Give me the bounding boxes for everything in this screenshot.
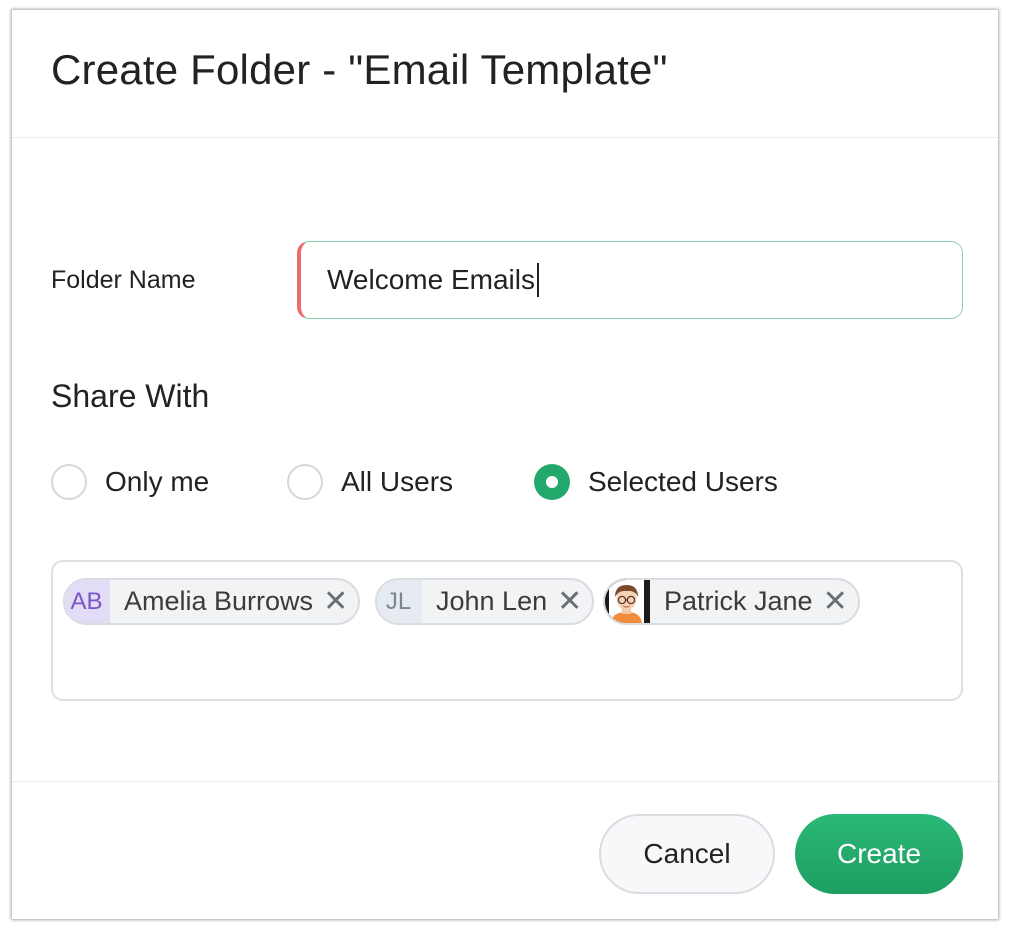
folder-name-label: Folder Name	[51, 266, 196, 294]
share-with-heading: Share With	[51, 378, 210, 414]
close-icon[interactable]: ✕	[323, 586, 348, 617]
user-chip-patrick-jane: Patrick Jane ✕	[603, 578, 860, 625]
radio-only-me[interactable]: Only me	[51, 462, 209, 502]
radio-selected-users[interactable]: Selected Users	[534, 462, 778, 502]
close-icon[interactable]: ✕	[823, 586, 848, 617]
user-chip-name: John Len	[436, 586, 548, 616]
radio-label: Only me	[105, 466, 210, 497]
folder-name-input[interactable]: Welcome Emails	[297, 241, 963, 319]
folder-name-value: Welcome Emails	[327, 264, 535, 295]
radio-label: Selected Users	[588, 466, 778, 497]
dialog-header: Create Folder - "Email Template"	[12, 10, 998, 138]
user-chip-john-len: JL John Len ✕	[375, 578, 595, 625]
radio-label: All Users	[341, 466, 454, 497]
radio-all-users[interactable]: All Users	[287, 462, 453, 502]
radio-checked-icon[interactable]	[534, 464, 570, 500]
user-chip-name: Patrick Jane	[664, 586, 813, 616]
user-chip-name: Amelia Burrows	[124, 586, 314, 616]
user-chip-amelia-burrows: AB Amelia Burrows ✕	[63, 578, 361, 625]
create-button[interactable]: Create	[795, 814, 963, 894]
text-caret	[536, 263, 539, 297]
footer-divider	[12, 781, 998, 782]
radio-unchecked-icon[interactable]	[287, 464, 323, 500]
avatar-photo-icon	[604, 580, 650, 623]
dialog-title: Create Folder - "Email Template"	[51, 46, 668, 93]
close-icon[interactable]: ✕	[557, 586, 582, 617]
create-folder-dialog: Create Folder - "Email Template" Folder …	[12, 10, 998, 919]
avatar: JL	[377, 580, 422, 623]
selected-users-input[interactable]: AB Amelia Burrows ✕ JL John Len ✕ Patric…	[51, 560, 963, 701]
avatar: AB	[65, 580, 110, 623]
radio-unchecked-icon[interactable]	[51, 464, 87, 500]
cancel-button[interactable]: Cancel	[599, 814, 775, 894]
person-photo-icon	[604, 580, 650, 623]
